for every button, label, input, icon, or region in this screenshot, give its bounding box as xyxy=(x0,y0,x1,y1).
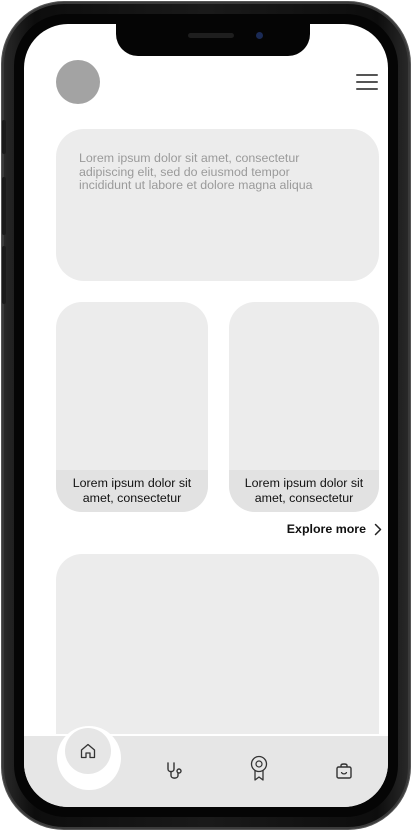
silent-switch xyxy=(2,120,6,154)
stethoscope-icon xyxy=(167,762,182,779)
home-icon xyxy=(80,743,96,759)
phone-screen: Lorem ipsum dolor sit amet, consectetur … xyxy=(24,24,388,807)
shopping-bag-icon xyxy=(336,763,352,779)
explore-more-link[interactable]: Explore more xyxy=(264,519,382,539)
feature-card-2[interactable]: Lorem ipsum dolor sit amet, consectetur xyxy=(229,302,379,512)
volume-down-button xyxy=(2,246,6,304)
feature-card-1[interactable]: Lorem ipsum dolor sit amet, consectetur xyxy=(56,302,208,512)
hamburger-menu-icon[interactable] xyxy=(356,72,380,92)
tab-home[interactable] xyxy=(65,728,111,774)
content-card-large[interactable] xyxy=(56,554,379,734)
feature-card-1-caption: Lorem ipsum dolor sit amet, consectetur xyxy=(56,470,208,512)
tab-health[interactable] xyxy=(160,756,190,786)
phone-device-frame: Lorem ipsum dolor sit amet, consectetur … xyxy=(2,2,410,829)
chevron-right-icon xyxy=(374,523,382,535)
explore-more-label: Explore more xyxy=(286,522,366,536)
front-camera xyxy=(256,32,263,39)
earpiece-speaker xyxy=(188,33,234,38)
notch xyxy=(116,24,310,56)
feature-card-2-caption: Lorem ipsum dolor sit amet, consectetur xyxy=(229,470,379,512)
volume-up-button xyxy=(2,177,6,235)
hero-text: Lorem ipsum dolor sit amet, consectetur … xyxy=(79,151,313,192)
avatar[interactable] xyxy=(56,60,100,104)
tab-rewards[interactable] xyxy=(244,754,274,784)
award-badge-icon xyxy=(250,755,268,781)
tab-shop[interactable] xyxy=(329,756,359,786)
hero-card: Lorem ipsum dolor sit amet, consectetur … xyxy=(56,129,379,281)
